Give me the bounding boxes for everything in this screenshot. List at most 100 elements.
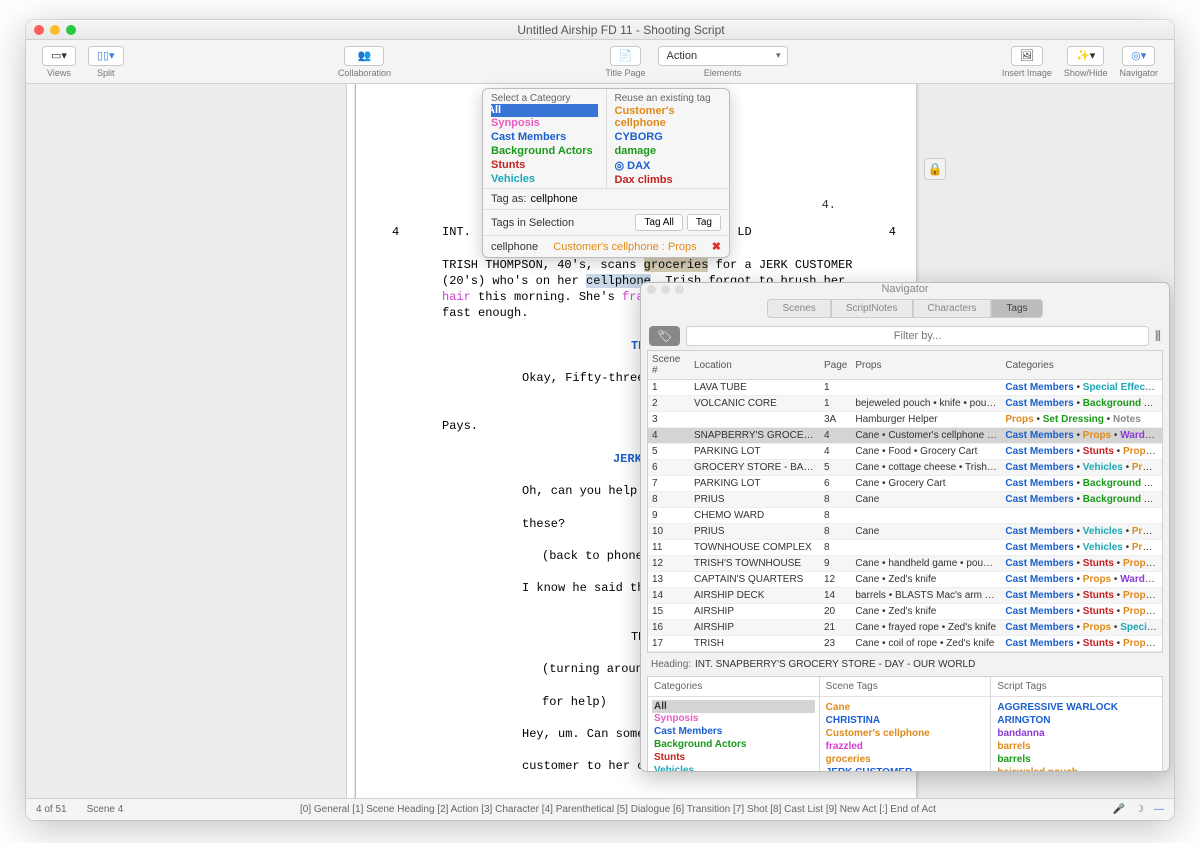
nav-tab-scenes[interactable]: Scenes: [767, 299, 830, 318]
category-item[interactable]: Synposis: [491, 116, 598, 130]
table-row[interactable]: 6GROCERY STORE - BACK OF...5Cane • cotta…: [648, 460, 1162, 476]
element-select[interactable]: Action: [658, 46, 788, 66]
navigator-label: Navigator: [1119, 68, 1158, 78]
categories-header: Categories: [648, 677, 819, 697]
split-label: Split: [97, 68, 115, 78]
list-item[interactable]: barrels: [997, 740, 1156, 753]
navigator-button[interactable]: ◎▾: [1122, 46, 1155, 66]
tagging-panel: Select a Category AllSynposisCast Member…: [482, 88, 730, 258]
table-row[interactable]: 13CAPTAIN'S QUARTERS12Cane • Zed's knife…: [648, 572, 1162, 588]
list-item[interactable]: frazzled: [826, 740, 985, 753]
scene-num-left: 4: [392, 224, 399, 240]
scene-tags-header: Scene Tags: [820, 677, 991, 697]
table-row[interactable]: 7PARKING LOT6Cane • Grocery CartCast Mem…: [648, 476, 1162, 492]
filter-input[interactable]: [686, 326, 1149, 346]
table-row[interactable]: 14AIRSHIP DECK14barrels • BLASTS Mac's a…: [648, 588, 1162, 604]
show-hide-button[interactable]: ✨▾: [1067, 46, 1104, 66]
existing-tag-item[interactable]: CYBORG: [615, 130, 722, 144]
list-item[interactable]: Cast Members: [654, 725, 813, 738]
toolbar: ▭▾ Views ▯▯▾ Split 👥 Collaboration 📄 Tit…: [26, 40, 1174, 84]
tag-button[interactable]: Tag: [687, 214, 721, 231]
table-row[interactable]: 33AHamburger HelperProps • Set Dressing …: [648, 412, 1162, 428]
minimize-icon[interactable]: [50, 25, 60, 35]
category-item[interactable]: Vehicles: [491, 172, 598, 184]
nav-tab-tags[interactable]: Tags: [991, 299, 1042, 318]
vertical-ruler[interactable]: [346, 84, 356, 798]
list-item[interactable]: CHRISTINA: [826, 714, 985, 727]
scene-table[interactable]: Scene #LocationPagePropsCategories 1LAVA…: [647, 350, 1163, 653]
insert-image-label: Insert Image: [1002, 68, 1052, 78]
navigator-title: Navigator: [881, 283, 928, 295]
existing-tag-item[interactable]: damage: [615, 144, 722, 158]
table-row[interactable]: 11TOWNHOUSE COMPLEX8Cast Members • Vehic…: [648, 540, 1162, 556]
tag-filter-icon[interactable]: 🏷: [649, 326, 680, 346]
navigator-tabs: ScenesScriptNotesCharactersTags: [641, 295, 1169, 322]
mic-icon[interactable]: 🎤: [1113, 804, 1125, 815]
show-hide-label: Show/Hide: [1064, 68, 1108, 78]
shortcuts-hint: [0] General [1] Scene Heading [2] Action…: [143, 804, 1092, 815]
views-button[interactable]: ▭▾: [42, 46, 76, 66]
category-item[interactable]: Stunts: [491, 158, 598, 172]
collaboration-button[interactable]: 👥: [344, 46, 384, 66]
navigator-titlebar[interactable]: Navigator: [641, 283, 1169, 295]
tag-all-button[interactable]: Tag All: [635, 214, 682, 231]
tag-as-label: Tag as:: [491, 193, 526, 205]
window-controls[interactable]: [34, 25, 76, 35]
table-row[interactable]: 8PRIUS8CaneCast Members • Background Act…: [648, 492, 1162, 508]
list-item[interactable]: Customer's cellphone: [826, 727, 985, 740]
zoom-icon[interactable]: [66, 25, 76, 35]
split-button[interactable]: ▯▯▾: [88, 46, 124, 66]
column-header[interactable]: Page: [820, 351, 851, 380]
scene-indicator[interactable]: Scene 4: [87, 804, 124, 815]
table-row[interactable]: 17TRISH23Cane • coil of rope • Zed's kni…: [648, 636, 1162, 652]
table-row[interactable]: 10PRIUS8CaneCast Members • Vehicles • Pr…: [648, 524, 1162, 540]
table-row[interactable]: 15AIRSHIP20Cane • Zed's knifeCast Member…: [648, 604, 1162, 620]
list-item[interactable]: ARINGTON: [997, 714, 1156, 727]
list-item[interactable]: Stunts: [654, 751, 813, 764]
list-item[interactable]: groceries: [826, 753, 985, 766]
night-mode-icon[interactable]: ☽: [1135, 804, 1144, 815]
existing-tag-item[interactable]: Customer's cellphone: [615, 104, 722, 130]
scene-num-right: 4: [889, 224, 896, 240]
column-header[interactable]: Categories: [1001, 351, 1162, 380]
nav-tab-characters[interactable]: Characters: [913, 299, 992, 318]
page-indicator[interactable]: 4 of 51: [36, 804, 67, 815]
list-item[interactable]: bandanna: [997, 727, 1156, 740]
lock-icon[interactable]: 🔒: [924, 158, 946, 180]
table-row[interactable]: 1LAVA TUBE1Cast Members • Special Effect…: [648, 380, 1162, 396]
list-item[interactable]: Cane: [826, 701, 985, 714]
nav-tab-scriptnotes[interactable]: ScriptNotes: [831, 299, 913, 318]
title-page-button[interactable]: 📄: [610, 46, 642, 66]
table-row[interactable]: 12TRISH'S TOWNHOUSE9Cane • handheld game…: [648, 556, 1162, 572]
close-icon[interactable]: [34, 25, 44, 35]
heading-value: INT. SNAPBERRY'S GROCERY STORE - DAY - O…: [695, 659, 975, 670]
tag-result: Customer's cellphone : Props: [538, 241, 712, 253]
table-row[interactable]: 4SNAPBERRY'S GROCERY ST...4Cane • Custom…: [648, 428, 1162, 444]
table-row[interactable]: 9CHEMO WARD8: [648, 508, 1162, 524]
columns-icon[interactable]: ⦀: [1155, 328, 1161, 345]
column-header[interactable]: Location: [690, 351, 820, 380]
views-label: Views: [47, 68, 71, 78]
collaboration-label: Collaboration: [338, 68, 391, 78]
existing-tag-item[interactable]: Dax climbs: [615, 173, 722, 184]
list-item[interactable]: JERK CUSTOMER: [826, 766, 985, 772]
list-item[interactable]: barrels: [997, 753, 1156, 766]
remove-tag-icon[interactable]: ✖: [712, 240, 721, 253]
insert-image-button[interactable]: 🖼: [1011, 46, 1043, 66]
existing-tag-item[interactable]: ◎ DAX: [615, 158, 722, 173]
column-header[interactable]: Scene #: [648, 351, 690, 380]
collapse-icon[interactable]: —: [1154, 804, 1164, 815]
table-row[interactable]: 16AIRSHIP21Cane • frayed rope • Zed's kn…: [648, 620, 1162, 636]
list-item[interactable]: bejeweled pouch: [997, 766, 1156, 772]
table-row[interactable]: 5PARKING LOT4Cane • Food • Grocery CartC…: [648, 444, 1162, 460]
list-item[interactable]: Vehicles: [654, 764, 813, 772]
list-item[interactable]: Synposis: [654, 712, 813, 725]
tag-as-input[interactable]: [530, 193, 721, 205]
table-row[interactable]: 2VOLCANIC CORE1bejeweled pouch • knife •…: [648, 396, 1162, 412]
window-title: Untitled Airship FD 11 - Shooting Script: [76, 23, 1166, 37]
column-header[interactable]: Props: [851, 351, 1001, 380]
list-item[interactable]: AGGRESSIVE WARLOCK: [997, 701, 1156, 714]
list-item[interactable]: Background Actors: [654, 738, 813, 751]
category-item[interactable]: Cast Members: [491, 130, 598, 144]
category-item[interactable]: Background Actors: [491, 144, 598, 158]
